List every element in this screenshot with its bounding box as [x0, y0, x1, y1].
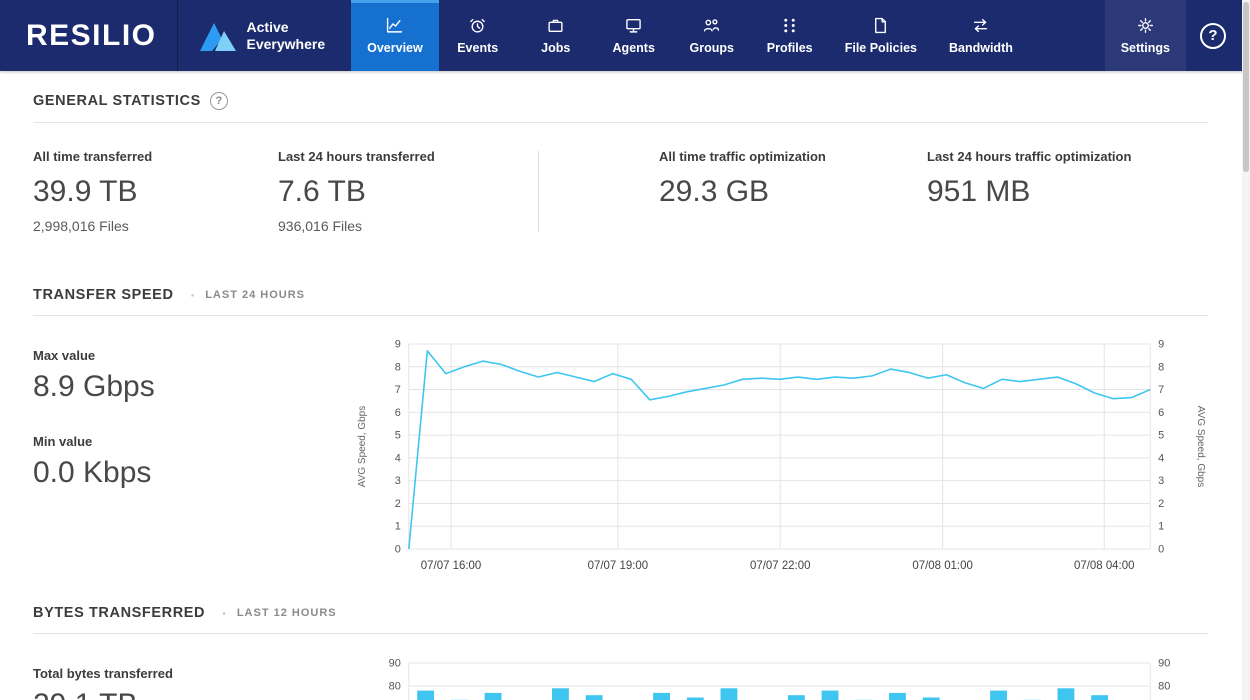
transfer-speed-metrics: Max value 8.9 Gbps Min value 0.0 Kbps	[33, 332, 351, 584]
svg-text:7: 7	[1158, 384, 1164, 396]
stat-last-24h-optimization: Last 24 hours traffic optimization 951 M…	[927, 149, 1131, 234]
transfer-speed-header: TRANSFER SPEED LAST 24 HOURS	[33, 287, 1208, 316]
svg-text:2: 2	[1158, 498, 1164, 510]
svg-text:8: 8	[1158, 361, 1164, 373]
stat-files-count: 2,998,016 Files	[33, 218, 278, 234]
dot-separator	[191, 287, 197, 303]
svg-text:0: 0	[1158, 543, 1164, 555]
svg-text:4: 4	[395, 452, 401, 464]
resilio-triangle-icon	[198, 21, 238, 51]
svg-text:7: 7	[395, 384, 401, 396]
help-icon[interactable]: ?	[1200, 23, 1226, 49]
scrollbar-thumb[interactable]	[1243, 2, 1249, 172]
svg-text:8: 8	[395, 361, 401, 373]
dot-separator	[222, 605, 228, 621]
profiles-grid-icon	[781, 17, 798, 34]
svg-text:07/08 01:00: 07/08 01:00	[912, 560, 972, 572]
nav-tab-settings[interactable]: Settings	[1105, 0, 1186, 71]
nav-tab-file-policies[interactable]: File Policies	[829, 0, 933, 71]
svg-text:2: 2	[395, 498, 401, 510]
svg-text:6: 6	[395, 407, 401, 419]
svg-text:AVG Speed, Gbps: AVG Speed, Gbps	[357, 406, 368, 487]
bytes-transferred-metrics: Total bytes transferred 29.1 TB	[33, 650, 351, 700]
svg-text:9: 9	[1158, 338, 1164, 350]
main-nav: Overview Events Jobs Agents Groups	[351, 0, 1029, 71]
top-navbar: RESILIO Active Everywhere Overview Event…	[0, 0, 1250, 71]
stat-all-time-transferred: All time transferred 39.9 TB 2,998,016 F…	[33, 149, 278, 234]
stats-row: All time transferred 39.9 TB 2,998,016 F…	[33, 149, 1208, 266]
max-speed-value: 8.9 Gbps	[33, 370, 351, 404]
transfer-speed-range: LAST 24 HOURS	[191, 287, 305, 303]
svg-text:3: 3	[1158, 475, 1164, 487]
svg-text:1: 1	[1158, 521, 1164, 533]
main-content: GENERAL STATISTICS ? All time transferre…	[0, 92, 1250, 700]
nav-tab-profiles[interactable]: Profiles	[751, 0, 829, 71]
stat-value: 951 MB	[927, 175, 1131, 209]
svg-text:07/07 22:00: 07/07 22:00	[750, 560, 810, 572]
agents-monitor-icon	[625, 17, 642, 34]
svg-text:5: 5	[1158, 430, 1164, 442]
stat-value: 7.6 TB	[278, 175, 538, 209]
file-policies-document-icon	[872, 17, 889, 34]
nav-tab-events[interactable]: Events	[439, 0, 517, 71]
stats-divider	[538, 151, 539, 232]
svg-text:07/08 04:00: 07/08 04:00	[1074, 560, 1134, 572]
stats-help-icon[interactable]: ?	[210, 92, 228, 110]
general-statistics-header: GENERAL STATISTICS ?	[33, 92, 1208, 123]
bytes-chart-box: 00101020203030404050506060707080809090	[351, 650, 1208, 700]
bytes-transferred-header: BYTES TRANSFERRED LAST 12 HOURS	[33, 605, 1208, 634]
groups-people-icon	[703, 17, 720, 34]
transfer-speed-title: TRANSFER SPEED	[33, 287, 174, 303]
tagline: Active Everywhere	[247, 19, 326, 51]
bandwidth-arrows-icon	[972, 17, 989, 34]
svg-text:6: 6	[1158, 407, 1164, 419]
scrollbar-track[interactable]	[1242, 0, 1250, 700]
transfer-speed-chart-box: 0 0 1 1 2 2 3 3 4 4 5 5 6 6 7 7 8 8 9 9 07/07 16:00 07/07 19:…	[351, 332, 1208, 584]
bytes-chart: 00101020203030404050506060707080809090	[351, 650, 1208, 700]
jobs-briefcase-icon	[547, 17, 564, 34]
nav-tab-jobs[interactable]: Jobs	[517, 0, 595, 71]
svg-text:07/07 16:00: 07/07 16:00	[421, 560, 481, 572]
svg-text:07/07 19:00: 07/07 19:00	[588, 560, 648, 572]
bytes-transferred-title: BYTES TRANSFERRED	[33, 605, 205, 621]
svg-text:1: 1	[395, 521, 401, 533]
general-statistics-title: GENERAL STATISTICS	[33, 93, 201, 109]
events-alarm-icon	[469, 17, 486, 34]
svg-text:5: 5	[395, 430, 401, 442]
svg-text:3: 3	[395, 475, 401, 487]
stat-files-count: 936,016 Files	[278, 218, 538, 234]
stat-value: 29.3 GB	[659, 175, 927, 209]
nav-spacer	[1029, 0, 1105, 71]
settings-gear-icon	[1137, 17, 1154, 34]
bytes-transferred-section: Total bytes transferred 29.1 TB 00101020…	[33, 634, 1208, 700]
stat-last-24h-transferred: Last 24 hours transferred 7.6 TB 936,016…	[278, 149, 538, 234]
svg-text:80: 80	[1158, 680, 1170, 692]
overview-chart-icon	[386, 17, 403, 34]
resilio-logo: RESILIO	[0, 19, 177, 53]
svg-text:0: 0	[395, 543, 401, 555]
stat-value: 39.9 TB	[33, 175, 278, 209]
svg-text:90: 90	[1158, 657, 1170, 669]
svg-text:AVG Speed, Gbps: AVG Speed, Gbps	[1195, 406, 1206, 487]
transfer-speed-section: Max value 8.9 Gbps Min value 0.0 Kbps 00…	[33, 316, 1208, 584]
nav-tab-overview[interactable]: Overview	[351, 0, 439, 71]
min-speed-value: 0.0 Kbps	[33, 456, 351, 490]
svg-text:4: 4	[1158, 452, 1164, 464]
svg-text:90: 90	[389, 657, 401, 669]
nav-tab-groups[interactable]: Groups	[673, 0, 751, 71]
transfer-speed-chart: 0 0 1 1 2 2 3 3 4 4 5 5 6 6 7 7 8 8 9 9 07/07 16:00 07/07 19:…	[351, 332, 1208, 584]
stat-all-time-optimization: All time traffic optimization 29.3 GB	[659, 149, 927, 234]
svg-text:80: 80	[389, 680, 401, 692]
active-everywhere-logo: Active Everywhere	[177, 0, 346, 71]
svg-text:9: 9	[395, 338, 401, 350]
total-bytes-value: 29.1 TB	[33, 688, 351, 700]
nav-tab-agents[interactable]: Agents	[595, 0, 673, 71]
nav-tab-bandwidth[interactable]: Bandwidth	[933, 0, 1029, 71]
bytes-transferred-range: LAST 12 HOURS	[222, 605, 336, 621]
